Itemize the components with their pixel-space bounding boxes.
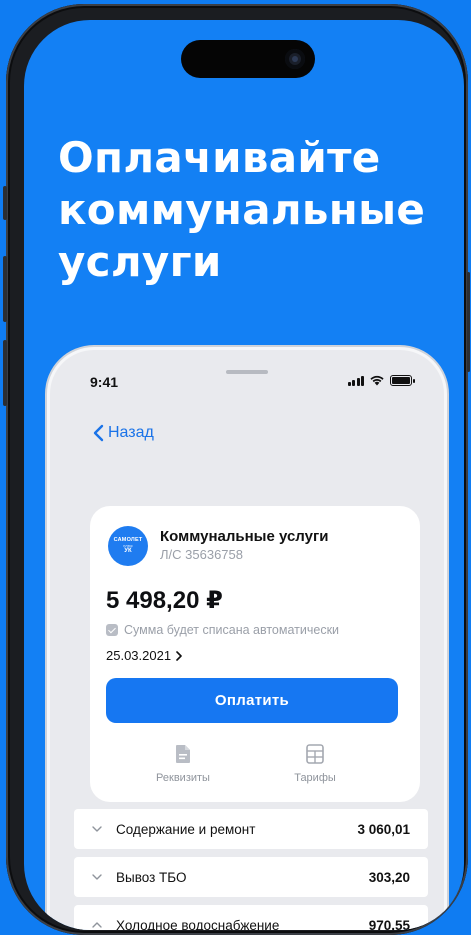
headline-line-3: услуги [58,237,222,286]
charge-label: Холодное водоснабжение [116,917,280,931]
bill-card: САМОЛЕТ плюс УК Коммунальные услуги Л/С … [90,506,420,802]
calculator-icon [306,744,324,764]
charge-value: 3 060,01 [357,821,410,837]
wifi-icon [370,375,384,386]
checkbox-icon [106,624,118,636]
management-company-logo: САМОЛЕТ плюс УК [108,526,148,566]
status-time: 9:41 [90,374,119,390]
headline-line-2: коммунальные [58,185,426,234]
charge-row-cold-water[interactable]: Холодное водоснабжение 970,55 [74,905,428,930]
camera-icon [285,49,305,69]
chevron-down-icon [92,826,102,832]
volume-up-button [3,256,7,322]
mute-switch [3,186,7,220]
power-button [467,272,470,372]
autopay-text: Сумма будет списана автоматически [124,623,340,637]
pay-button[interactable]: Оплатить [106,678,398,723]
autopay-note: Сумма будет списана автоматически [106,623,339,637]
chevron-down-icon [92,874,102,880]
status-icons [347,374,415,386]
volume-down-button [3,340,7,406]
charge-row-maintenance[interactable]: Содержание и ремонт 3 060,01 [74,809,428,849]
battery-icon [390,375,415,386]
account-number: Л/С 35636758 [160,547,243,562]
chevron-left-icon [93,424,104,442]
service-title: Коммунальные услуги [160,528,329,545]
charge-row-waste[interactable]: Вывоз ТБО 303,20 [74,857,428,897]
due-date: 25.03.2021 [106,648,172,663]
requisites-button[interactable]: Реквизиты [138,744,228,784]
cellular-signal-icon [347,375,364,386]
chevron-right-icon [176,650,182,661]
phone-screen: Оплачивайте коммунальные услуги 9:41 Наз… [24,20,464,930]
promo-headline: Оплачивайте коммунальные услуги [58,132,438,288]
dynamic-island [181,40,315,78]
amount-due: 5 498,20 ₽ [106,587,223,614]
requisites-label: Реквизиты [156,772,210,784]
charge-label: Содержание и ремонт [116,821,256,837]
logo-sub: плюс [123,543,133,548]
tariffs-button[interactable]: Тарифы [270,744,360,784]
headline-line-1: Оплачивайте [58,133,381,182]
app-screen: 9:41 Назад САМОЛЕТ плюс УК Коммунальные … [50,350,444,930]
phone-frame: Оплачивайте коммунальные услуги 9:41 Наз… [3,4,470,935]
due-date-link[interactable]: 25.03.2021 [106,648,183,663]
tariffs-label: Тарифы [294,772,336,784]
charge-value: 970,55 [368,917,410,931]
charge-value: 303,20 [368,869,410,885]
status-bar: 9:41 [50,350,444,398]
charge-label: Вывоз ТБО [116,869,187,885]
chevron-up-icon [92,922,102,928]
logo-abbr: УК [124,548,132,554]
back-button[interactable]: Назад [92,424,154,442]
document-icon [176,745,190,763]
sheet-grabber[interactable] [226,370,268,374]
back-button-label: Назад [108,424,154,441]
